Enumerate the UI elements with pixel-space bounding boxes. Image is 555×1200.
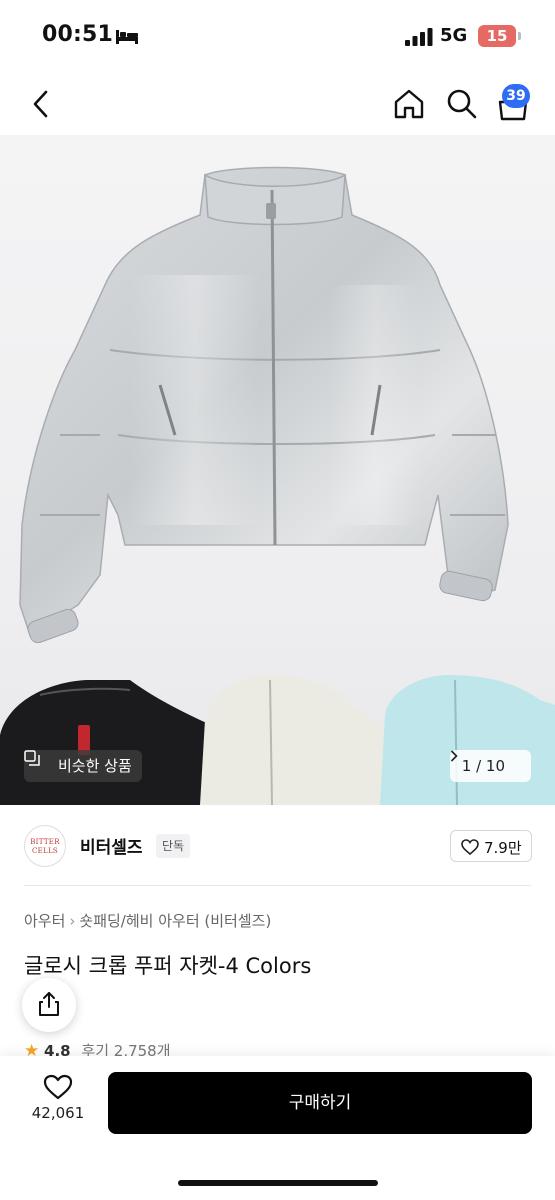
similar-products-label: 비슷한 상품 <box>58 757 132 775</box>
similar-products-button[interactable]: 비슷한 상품 <box>24 750 142 782</box>
bottom-action-bar: 42,061 구매하기 <box>0 1056 555 1200</box>
search-icon[interactable] <box>445 87 479 121</box>
wishlist-count: 42,061 <box>31 1104 85 1122</box>
network-label: 5G <box>440 25 468 46</box>
brand-name[interactable]: 비터셀즈 <box>80 833 143 858</box>
wishlist-button[interactable]: 42,061 <box>22 1074 94 1122</box>
breadcrumb-item[interactable]: 아우터 <box>24 912 65 930</box>
brand-logo[interactable]: BITTER CELLS <box>24 825 66 867</box>
share-button[interactable] <box>22 978 76 1032</box>
cart-count-badge: 39 <box>502 84 530 108</box>
buy-button[interactable]: 구매하기 <box>108 1072 532 1134</box>
battery-indicator: 15 <box>478 25 516 47</box>
brand-like-button[interactable]: 7.9만 <box>450 830 532 862</box>
status-bar: 00:51 5G 15 <box>0 0 555 72</box>
home-icon[interactable] <box>392 87 426 121</box>
similar-icon <box>24 750 40 766</box>
breadcrumb: 아우터 › 숏패딩/헤비 아우터 (비터셀즈) <box>24 910 271 931</box>
divider <box>24 885 531 886</box>
battery-tip <box>518 32 521 40</box>
brand-like-count: 7.9만 <box>484 839 522 857</box>
heart-icon <box>43 1074 73 1100</box>
product-title: 글로시 크롭 푸퍼 자켓-4 Colors <box>24 954 312 978</box>
chevron-right-icon <box>450 750 458 762</box>
back-icon[interactable] <box>28 88 56 120</box>
product-image <box>0 166 555 805</box>
brand-logo-text: BITTER CELLS <box>30 838 60 855</box>
exclusive-badge: 단독 <box>156 834 191 858</box>
status-time: 00:51 <box>42 22 114 47</box>
pager-label: 1 / 10 <box>461 757 505 775</box>
product-image-gallery[interactable]: 비슷한 상품 1 / 10 <box>0 135 555 805</box>
home-indicator <box>178 1180 378 1186</box>
signal-icon <box>405 28 433 46</box>
share-icon <box>39 992 59 1016</box>
image-pager[interactable]: 1 / 10 <box>449 750 531 782</box>
heart-icon <box>461 839 479 855</box>
bed-icon <box>116 30 138 44</box>
breadcrumb-item[interactable]: 숏패딩/헤비 아우터 (비터셀즈) <box>79 912 271 930</box>
breadcrumb-separator: › <box>69 912 76 930</box>
